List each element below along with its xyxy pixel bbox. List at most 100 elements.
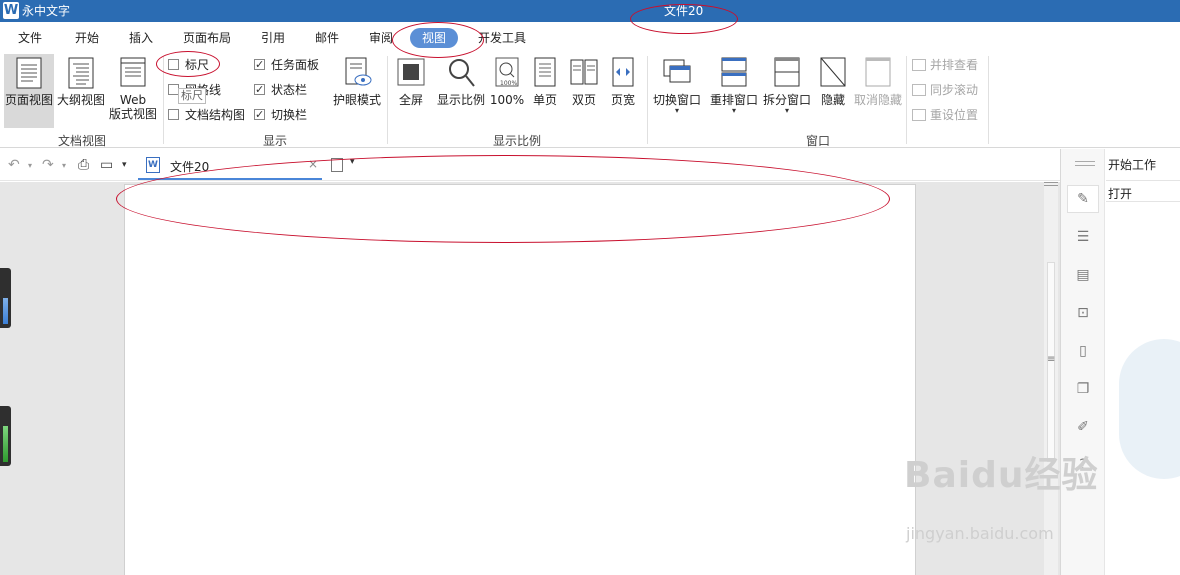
reset-position-button[interactable]: 重设位置: [912, 106, 978, 124]
sync-scroll-button[interactable]: 同步滚动: [912, 81, 978, 99]
two-pages-icon: [570, 59, 598, 85]
task-panel-iconbar: ✎ ☰ ▤ ⊡ ▯ ❐ ✐ ?: [1061, 149, 1105, 575]
outline-view-icon: [68, 57, 94, 89]
split-window-button[interactable]: 拆分窗口 ▾: [760, 54, 814, 128]
web-layout-icon: [120, 57, 146, 87]
panel-title: 开始工作: [1108, 158, 1157, 172]
switch-bar-checkbox[interactable]: 切换栏: [254, 106, 307, 124]
tab-references[interactable]: 引用: [257, 28, 289, 48]
undo-dropdown-icon[interactable]: ▾: [28, 161, 32, 170]
dropdown-icon: ▾: [784, 106, 789, 115]
tab-page-layout[interactable]: 页面布局: [179, 28, 235, 48]
zoom-button[interactable]: 显示比例: [434, 54, 488, 128]
copy-icon[interactable]: ❐: [1075, 381, 1091, 397]
open-link[interactable]: 打开: [1108, 185, 1132, 202]
dropdown-icon: ▾: [731, 106, 736, 115]
app-name: 永中文字: [22, 4, 71, 18]
redo-dropdown-icon[interactable]: ▾: [62, 161, 66, 170]
view-side-by-side-button[interactable]: 并排查看: [912, 56, 978, 74]
page-width-icon: [612, 57, 634, 87]
lock-icon[interactable]: ⊡: [1075, 305, 1091, 321]
page-view-button[interactable]: 页面视图: [4, 54, 54, 128]
edit-icon[interactable]: ✐: [1075, 419, 1091, 435]
settings-sliders-icon[interactable]: ☰: [1075, 229, 1091, 245]
divider: [1106, 201, 1180, 202]
pencil-icon[interactable]: ✎: [1075, 191, 1091, 207]
tab-review[interactable]: 审阅: [365, 28, 397, 48]
divider: [988, 56, 989, 144]
split-handle[interactable]: [1044, 182, 1058, 186]
eye-protection-button[interactable]: 护眼模式: [330, 54, 384, 128]
divider: [647, 56, 648, 144]
checkbox-checked-icon: [254, 56, 265, 74]
ruler-checkbox[interactable]: 标尺: [168, 56, 209, 74]
unhide-window-button[interactable]: 取消隐藏: [851, 54, 905, 128]
word-document-icon: W: [146, 157, 160, 173]
tab-home[interactable]: 开始: [71, 28, 103, 48]
checkbox-checked-icon: [254, 81, 265, 99]
quick-access-dropdown-icon[interactable]: ▾: [122, 160, 127, 170]
panel-handle-icon[interactable]: [1075, 161, 1095, 166]
divider: [906, 56, 907, 144]
full-screen-icon: [397, 58, 425, 86]
full-screen-button[interactable]: 全屏: [386, 54, 436, 128]
checkbox-checked-icon: [254, 106, 265, 124]
app-logo-icon: W: [3, 2, 19, 19]
new-document-dropdown-icon[interactable]: ▾: [350, 157, 355, 167]
tab-view[interactable]: 视图: [410, 28, 459, 48]
side-by-side-icon: [912, 59, 926, 71]
redo-icon[interactable]: ↷: [42, 157, 54, 173]
page-width-button[interactable]: 页宽: [598, 54, 648, 128]
save-icon[interactable]: ▭: [100, 157, 113, 173]
tab-developer[interactable]: 开发工具: [474, 28, 530, 48]
document-page[interactable]: [124, 184, 916, 575]
hide-window-icon: [820, 57, 846, 87]
left-gauge-green: [0, 406, 11, 466]
tab-file[interactable]: 文件: [14, 28, 46, 48]
arrange-windows-button[interactable]: 重排窗口 ▾: [707, 54, 761, 128]
watermark-logo: Baidu经验: [904, 455, 1099, 496]
web-layout-view-button[interactable]: Web 版式视图: [108, 54, 158, 128]
grip-icon: ≡: [1047, 354, 1056, 365]
zoom-100-icon: 100%: [495, 57, 519, 87]
tab-mailings[interactable]: 邮件: [311, 28, 343, 48]
group-label-zoom: 显示比例: [493, 134, 542, 148]
clipboard-icon[interactable]: ▯: [1075, 343, 1091, 359]
group-label-window: 窗口: [806, 134, 831, 148]
new-document-icon[interactable]: [331, 158, 343, 172]
status-bar-checkbox[interactable]: 状态栏: [254, 81, 307, 99]
outline-view-button[interactable]: 大纲视图: [56, 54, 106, 128]
switch-window-icon: [663, 59, 691, 83]
reset-position-icon: [912, 109, 926, 121]
arrange-windows-icon: [721, 57, 747, 87]
styles-icon[interactable]: ▤: [1075, 267, 1091, 283]
group-label-display: 显示: [263, 134, 288, 148]
group-label-doc-view: 文档视图: [58, 134, 107, 148]
ruler-tooltip: 标尺: [178, 88, 206, 104]
watermark-url: jingyan.baidu.com: [906, 524, 1054, 543]
split-window-icon: [774, 57, 800, 87]
magnifier-icon: [449, 59, 475, 87]
task-pane-checkbox[interactable]: 任务面板: [254, 56, 319, 74]
eye-protection-icon: [345, 57, 372, 86]
panel-illustration: [1119, 339, 1180, 479]
ribbon: 页面视图 大纲视图 Web 版式视图 文档视图 标尺 网格线 文档结构图 任务面…: [0, 52, 1180, 148]
document-title: 文件20: [664, 4, 704, 18]
svg-text:100%: 100%: [500, 80, 517, 87]
undo-icon[interactable]: ↶: [8, 157, 20, 173]
vertical-scrollbar[interactable]: ≡: [1044, 182, 1058, 575]
document-tab[interactable]: W 文件20 ×: [138, 153, 322, 180]
title-bar: W 永中文字 文件20: [0, 0, 1180, 22]
print-preview-icon[interactable]: ⎙: [78, 157, 89, 173]
sync-scroll-icon: [912, 84, 926, 96]
document-workspace: ≡: [0, 182, 1060, 575]
checkbox-icon: [168, 109, 179, 120]
tab-insert[interactable]: 插入: [125, 28, 157, 48]
divider: [163, 56, 164, 144]
checkbox-icon: [168, 59, 179, 70]
page-view-icon: [16, 57, 42, 89]
switch-window-button[interactable]: 切换窗口 ▾: [650, 54, 704, 128]
close-tab-icon[interactable]: ×: [308, 157, 318, 171]
doc-map-checkbox[interactable]: 文档结构图: [168, 106, 245, 124]
document-tab-bar: ↶ ▾ ↷ ▾ ⎙ ▭ ▾ W 文件20 × ▾: [0, 149, 1060, 181]
